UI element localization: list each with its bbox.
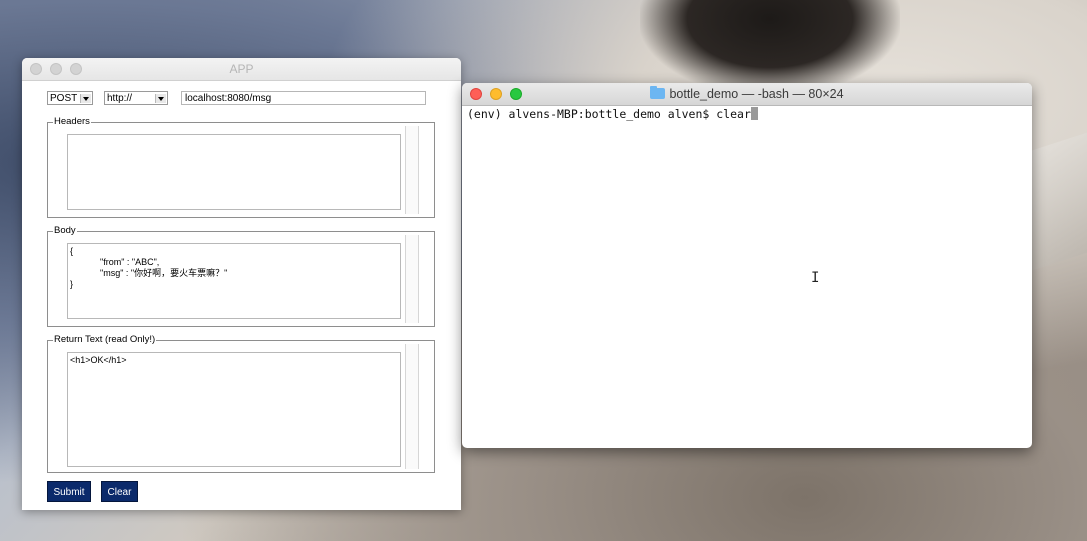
chevron-down-icon[interactable] [80,94,91,103]
return-label: Return Text (read Only!) [53,334,157,346]
method-value: POST [50,93,78,104]
method-select[interactable]: POST [47,91,93,105]
headers-textarea[interactable] [67,134,401,210]
folder-icon [650,86,666,99]
terminal-titlebar[interactable]: bottle_demo — -bash — 80×24 [462,83,1032,106]
body-textarea[interactable]: { "from" : "ABC", "msg" : "你好啊，要火车票嘛？" } [67,243,401,319]
body-label: Body [53,225,77,237]
url-input[interactable]: localhost:8080/msg [181,91,426,105]
return-scrollbar[interactable] [405,344,419,469]
body-group: Body { "from" : "ABC", "msg" : "你好啊，要火车票… [47,225,435,327]
terminal-prompt: (env) alvens-MBP:bottle_demo alven$ [467,107,717,121]
chevron-down-icon[interactable] [155,94,166,103]
headers-group: Headers [47,116,435,218]
return-textarea[interactable]: <h1>OK</h1> [67,352,401,467]
body-scrollbar[interactable] [405,235,419,323]
clear-button[interactable]: Clear [101,481,138,502]
terminal-content[interactable]: (env) alvens-MBP:bottle_demo alven$ clea… [467,107,1032,448]
headers-label: Headers [53,116,91,128]
return-group: Return Text (read Only!) <h1>OK</h1> [47,334,435,473]
app-window: APP POST http:// localhost:8080/msg Head… [22,58,461,510]
headers-scrollbar[interactable] [405,126,419,214]
terminal-command: clear [716,107,751,121]
terminal-cursor [750,107,758,120]
terminal-title: bottle_demo — -bash — 80×24 [462,86,1032,101]
submit-button[interactable]: Submit [47,481,91,502]
terminal-window: bottle_demo — -bash — 80×24 (env) alvens… [462,83,1032,448]
text-cursor-icon: I [811,270,820,286]
scheme-select[interactable]: http:// [104,91,168,105]
scheme-value: http:// [107,93,133,104]
app-titlebar[interactable]: APP [22,58,461,81]
background-shape [640,0,900,95]
terminal-title-text: bottle_demo — -bash — 80×24 [669,87,844,101]
app-title: APP [229,62,254,76]
